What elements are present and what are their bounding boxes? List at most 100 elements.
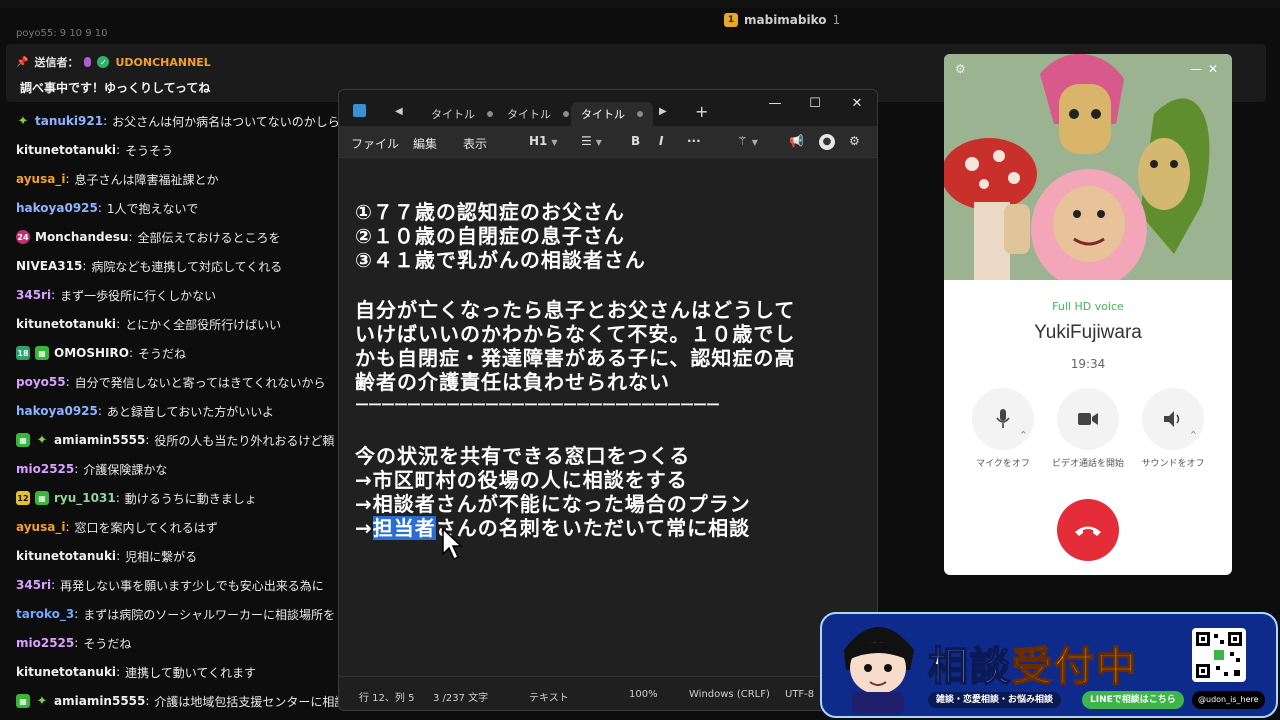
- chat-message[interactable]: hakoya0925:1人で抱えないで: [16, 198, 198, 218]
- chat-message[interactable]: ayusa_i: 窓口を案内してくれるはず: [16, 517, 218, 537]
- chat-text: 介護保険課かな: [83, 462, 168, 477]
- sound-options-chevron-icon[interactable]: ^: [1190, 430, 1197, 439]
- selected-text[interactable]: 担当者: [372, 516, 436, 540]
- tab-2[interactable]: タイトル: [497, 102, 579, 126]
- maximize-button[interactable]: ☐: [803, 96, 827, 116]
- chevron-down-icon: ▼: [751, 138, 758, 147]
- pinned-channel[interactable]: UDONCHANNEL: [115, 56, 210, 69]
- voice-call-panel[interactable]: ⚙ — ✕ Full HD voice YukiFujiwara 19:34 ^…: [944, 54, 1232, 575]
- new-tab-button[interactable]: +: [695, 102, 708, 121]
- chat-username[interactable]: amiamin5555: [54, 433, 145, 447]
- encoding[interactable]: UTF-8: [785, 689, 814, 700]
- chat-message[interactable]: 12 ▦ ryu_1031: 動けるうちに動きましょ: [16, 488, 257, 508]
- format-clear-button[interactable]: ⚚ ▼: [737, 134, 758, 148]
- chat-message[interactable]: 18 ▦ OMOSHIRO: そうだね: [16, 343, 186, 363]
- chat-username[interactable]: kitunetotanuki: [16, 143, 116, 157]
- chat-message[interactable]: ▦ ✦ amiamin5555: 介護は地域包括支援センターに相談: [16, 691, 346, 711]
- tab-3-active[interactable]: タイトル: [571, 102, 653, 126]
- chat-message[interactable]: kitunetotanuki: 連携して動いてくれます: [16, 662, 256, 682]
- chat-message[interactable]: 24 Monchandesu: 全部伝えておけるところを: [16, 227, 281, 247]
- banner-subtitle: 雑談・恋愛相談・お悩み相談: [928, 692, 1062, 708]
- heading-select[interactable]: H1 ▼: [529, 134, 558, 148]
- account-icon[interactable]: ●: [819, 134, 835, 150]
- chat-username[interactable]: amiamin5555: [54, 694, 145, 708]
- chat-message[interactable]: hakoya0925: あと録音しておいた方がいいよ: [16, 401, 274, 421]
- chat-username[interactable]: poyo55: [16, 375, 66, 389]
- chat-username[interactable]: ryu_1031: [54, 491, 116, 505]
- chat-username[interactable]: ayusa_i: [16, 172, 65, 186]
- chat-message[interactable]: ▦ ✦ amiamin5555: 役所の人も当たり外れおるけど頼: [16, 430, 334, 450]
- chat-username[interactable]: kitunetotanuki: [16, 317, 116, 331]
- chat-separator: :: [97, 201, 102, 215]
- list-button[interactable]: ☰ ▼: [581, 134, 602, 148]
- tab-1[interactable]: タイトル: [421, 102, 503, 126]
- editor-text-area[interactable]: ①７７歳の認知症のお父さん ②１０歳の自閉症の息子さん ③４１歳で乳がんの相談者…: [339, 158, 877, 674]
- chat-list[interactable]: ✦ tanuki921: お父さんは何か病名はついてないのかしら kitunetota…: [0, 108, 350, 720]
- chat-username[interactable]: ayusa_i: [16, 520, 65, 534]
- close-button[interactable]: ✕: [845, 96, 869, 116]
- qr-pattern: [1196, 632, 1242, 678]
- chat-message[interactable]: ✦ tanuki921: お父さんは何か病名はついてないのかしら: [16, 111, 340, 131]
- chat-username[interactable]: 345ri: [16, 578, 51, 592]
- pinned-text: 調べ事中です！ゆっくりしてってね: [20, 81, 211, 95]
- chat-message[interactable]: poyo55: 自分で発信しないと寄ってはきてくれないから: [16, 372, 325, 392]
- settings-gear-icon[interactable]: ⚙: [849, 134, 860, 148]
- chat-username[interactable]: tanuki921: [35, 114, 103, 128]
- chat-message[interactable]: kitunetotanuki: とにかく全部役所行けばいい: [16, 314, 281, 334]
- mute-mic-label: マイクをオフ: [976, 459, 1030, 469]
- call-minimize-icon[interactable]: —: [1190, 62, 1202, 76]
- mute-mic-button[interactable]: [972, 388, 1034, 450]
- chat-username[interactable]: kitunetotanuki: [16, 549, 116, 563]
- bold-button[interactable]: B: [631, 134, 640, 148]
- line-ending[interactable]: Windows (CRLF): [689, 689, 770, 700]
- chat-message[interactable]: kitunetotanuki: 児相に繋がる: [16, 546, 197, 566]
- chat-message[interactable]: ayusa_i: 息子さんは障害福祉課とか: [16, 169, 219, 189]
- chat-username[interactable]: NIVEA315: [16, 259, 82, 273]
- chat-text: 病院なども連携して対応してくれる: [91, 259, 283, 274]
- announce-icon[interactable]: 📢: [789, 134, 804, 148]
- zoom-level[interactable]: 100%: [629, 689, 658, 700]
- cursor-position[interactable]: 行 12、列 5: [359, 689, 414, 704]
- qr-code-icon[interactable]: [1192, 628, 1246, 682]
- chat-message[interactable]: mio2525: そうだね: [16, 633, 131, 653]
- chat-username[interactable]: taroko_3: [16, 607, 74, 621]
- call-close-icon[interactable]: ✕: [1208, 62, 1218, 76]
- chat-text: 連携して動いてくれます: [125, 665, 257, 680]
- notepad-window[interactable]: ◀ タイトル タイトル タイトル ▶ + — ☐ ✕ ファイル 編集 表示 H1…: [338, 89, 878, 711]
- chat-username[interactable]: Monchandesu: [35, 230, 128, 244]
- hang-up-button[interactable]: [1057, 499, 1119, 561]
- consultation-banner[interactable]: 相談受付中 雑談・恋愛相談・お悩み相談 LINEで相談はこちら @udon_is…: [820, 612, 1278, 718]
- menu-edit[interactable]: 編集: [413, 135, 437, 152]
- mute-sound-label: サウンドをオフ: [1141, 459, 1205, 469]
- chat-username[interactable]: hakoya0925: [16, 201, 98, 215]
- chat-message[interactable]: 345ri: まず一歩役所に行くしかない: [16, 285, 216, 305]
- menu-file[interactable]: ファイル: [351, 135, 399, 152]
- italic-button[interactable]: I: [659, 134, 663, 148]
- format-status[interactable]: テキスト: [529, 689, 569, 704]
- x-handle[interactable]: @udon_is_here: [1192, 691, 1265, 709]
- chat-message[interactable]: taroko_3: まずは病院のソーシャルワーカーに相談場所を: [16, 604, 335, 624]
- chat-username[interactable]: 345ri: [16, 288, 51, 302]
- chat-username[interactable]: mio2525: [16, 462, 74, 476]
- call-settings-icon[interactable]: ⚙: [955, 62, 966, 76]
- chat-username[interactable]: mio2525: [16, 636, 74, 650]
- chat-message[interactable]: mio2525: 介護保険課かな: [16, 459, 167, 479]
- more-icon[interactable]: ···: [687, 134, 701, 148]
- menu-view[interactable]: 表示: [463, 135, 487, 152]
- start-video-button[interactable]: [1057, 388, 1119, 450]
- minimize-button[interactable]: —: [763, 96, 787, 116]
- mic-options-chevron-icon[interactable]: ^: [1020, 430, 1027, 439]
- chat-username[interactable]: OMOSHIRO: [54, 346, 129, 360]
- tab-scroll-left-icon[interactable]: ◀: [395, 106, 403, 117]
- tab-scroll-right-icon[interactable]: ▶: [659, 106, 667, 117]
- chat-separator: :: [115, 491, 120, 505]
- chat-username[interactable]: kitunetotanuki: [16, 665, 116, 679]
- chat-separator: :: [65, 520, 70, 534]
- chat-username[interactable]: hakoya0925: [16, 404, 98, 418]
- banner-title-part1: 相談: [927, 643, 1012, 691]
- chat-message[interactable]: NIVEA315: 病院なども連携して対応してくれる: [16, 256, 282, 276]
- line-contact-button[interactable]: LINEで相談はこちら: [1082, 691, 1184, 709]
- chat-message[interactable]: kitunetotanuki: そうそう: [16, 140, 173, 160]
- chat-message[interactable]: 345ri: 再発しない事を願います少しでも安心出来る為に: [16, 575, 324, 595]
- mute-sound-button[interactable]: [1142, 388, 1204, 450]
